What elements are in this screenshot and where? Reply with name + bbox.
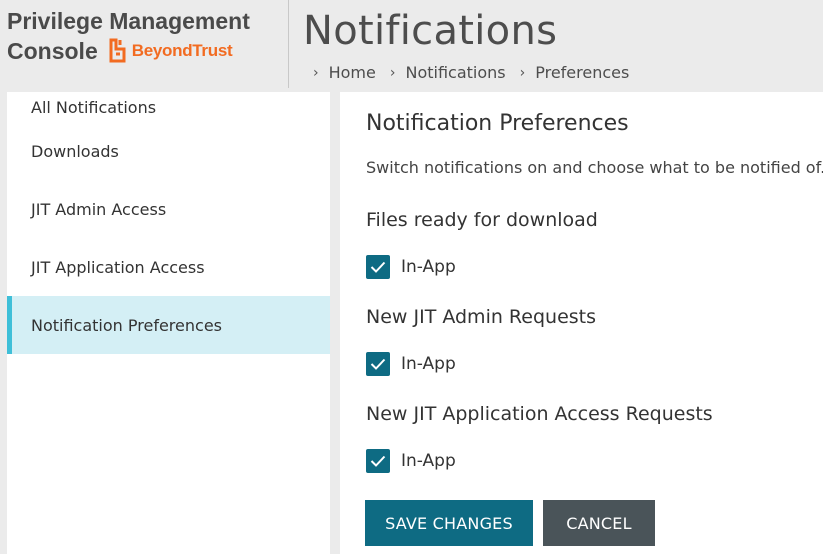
page-title: Notifications xyxy=(303,8,558,54)
sidebar-item-jit-application-access[interactable]: JIT Application Access xyxy=(7,238,330,296)
description-text: Switch notifications on and choose what … xyxy=(366,158,823,177)
section-title: Notification Preferences xyxy=(366,111,629,136)
app-title-line1: Privilege Management xyxy=(7,8,250,34)
sidebar-item-label: All Notifications xyxy=(31,98,157,117)
brand-row: Console BeyondTrust xyxy=(7,36,282,66)
breadcrumb-home[interactable]: Home xyxy=(329,63,376,83)
beyondtrust-logo-icon xyxy=(109,38,126,63)
header: Privilege Management Console BeyondTrust… xyxy=(0,0,823,92)
in-app-checkbox[interactable] xyxy=(366,255,390,279)
sidebar-item-label: Downloads xyxy=(31,141,119,161)
breadcrumb: › Home › Notifications › Preferences xyxy=(313,63,643,83)
in-app-label: In-App xyxy=(401,257,456,277)
chevron-right-icon: › xyxy=(389,65,396,81)
preference-group-files-ready: Files ready for download In-App xyxy=(366,208,823,280)
chevron-right-icon: › xyxy=(313,65,319,81)
cancel-button[interactable]: CANCEL xyxy=(543,500,655,546)
sidebar-item-label: JIT Admin Access xyxy=(31,199,167,219)
beyondtrust-logo: BeyondTrust xyxy=(108,37,233,65)
preference-heading: New JIT Admin Requests xyxy=(366,306,597,328)
in-app-option: In-App xyxy=(366,448,823,474)
header-divider xyxy=(288,0,289,88)
in-app-option: In-App xyxy=(366,254,823,280)
main-panel: Notification Preferences Switch notifica… xyxy=(340,92,823,554)
sidebar-item-notification-preferences[interactable]: Notification Preferences xyxy=(7,296,330,354)
sidebar-item-jit-admin-access[interactable]: JIT Admin Access xyxy=(7,180,330,238)
brand: Privilege Management Console BeyondTrust xyxy=(7,6,282,66)
sidebar-item-label: Notification Preferences xyxy=(31,315,222,335)
sidebar-item-label: JIT Application Access xyxy=(31,257,205,277)
in-app-checkbox[interactable] xyxy=(366,449,390,473)
in-app-label: In-App xyxy=(401,354,456,374)
preference-group-jit-admin: New JIT Admin Requests In-App xyxy=(366,305,823,377)
logo-text: BeyondTrust xyxy=(131,41,233,60)
save-changes-button[interactable]: SAVE CHANGES xyxy=(365,500,533,546)
checkmark-icon xyxy=(370,261,386,273)
breadcrumb-notifications[interactable]: Notifications xyxy=(405,63,505,83)
in-app-option: In-App xyxy=(366,351,823,377)
preference-heading: New JIT Application Access Requests xyxy=(366,403,713,425)
in-app-checkbox[interactable] xyxy=(366,352,390,376)
preference-heading: Files ready for download xyxy=(366,209,598,231)
sidebar: All Notifications Downloads JIT Admin Ac… xyxy=(7,92,330,554)
sidebar-item-all-notifications[interactable]: All Notifications xyxy=(7,92,330,122)
app-title-line2: Console xyxy=(7,38,98,64)
breadcrumb-preferences: Preferences xyxy=(535,63,630,82)
checkmark-icon xyxy=(370,358,386,370)
form-actions: SAVE CHANGES CANCEL xyxy=(365,500,655,546)
in-app-label: In-App xyxy=(401,451,456,471)
preference-group-jit-application: New JIT Application Access Requests In-A… xyxy=(366,402,823,474)
checkmark-icon xyxy=(370,455,386,467)
sidebar-item-downloads[interactable]: Downloads xyxy=(7,122,330,180)
chevron-right-icon: › xyxy=(519,65,526,81)
